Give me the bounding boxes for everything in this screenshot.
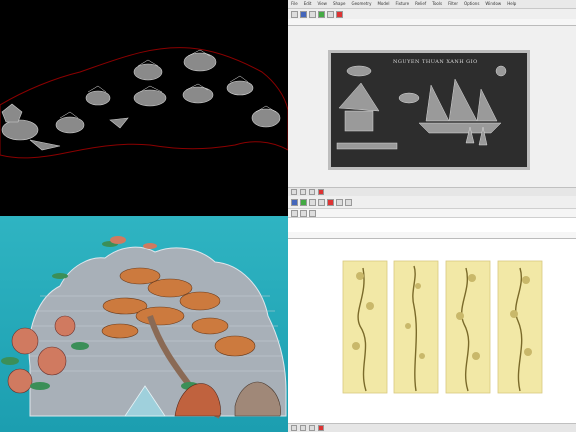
ship-relief-plate: NGUYEN THUAN XANH GIO — [328, 50, 530, 170]
status-button[interactable] — [309, 425, 315, 431]
window-cad-ship: File Edit View Shape Geometry Model Fixt… — [288, 0, 576, 196]
horse-shape — [133, 63, 163, 81]
horse-shape — [85, 90, 111, 106]
tool-button[interactable] — [336, 10, 343, 18]
teal-relief-canvas — [1, 236, 287, 419]
cloud-shape — [398, 92, 420, 104]
sail-shape — [425, 84, 450, 122]
horse-relief-canvas — [0, 47, 288, 159]
pagoda-body-shape — [344, 110, 374, 132]
sail-shape — [448, 78, 478, 122]
menu-item-shape[interactable]: Shape — [333, 0, 346, 8]
menu-bar: File Edit View Shape Geometry Model Fixt… — [288, 0, 576, 9]
relief-shapes — [1, 52, 281, 151]
horse-shape — [55, 116, 85, 134]
grass-shape — [29, 139, 61, 151]
status-button[interactable] — [309, 189, 315, 195]
tool-button[interactable] — [327, 10, 334, 18]
window-cad-panels — [288, 196, 576, 432]
grass-shape — [109, 117, 129, 129]
status-button[interactable] — [300, 189, 306, 195]
panels-canvas — [342, 260, 543, 394]
menu-item-model[interactable]: Model — [377, 0, 389, 8]
pagoda-roof-shape — [338, 82, 380, 112]
tool-button[interactable] — [291, 10, 298, 18]
menu-item-window[interactable]: Window — [485, 0, 501, 8]
status-button[interactable] — [291, 425, 297, 431]
menu-item-geometry[interactable]: Geometry — [351, 0, 371, 8]
status-bar — [288, 187, 576, 196]
rock-shape — [1, 119, 39, 141]
horse-shape — [226, 80, 254, 96]
menu-item-tools[interactable]: Tools — [432, 0, 442, 8]
menu-item-relief[interactable]: Relief — [415, 0, 426, 8]
ship-hull-shape — [418, 122, 502, 134]
tool-button[interactable] — [318, 10, 325, 18]
horse-shape — [133, 89, 167, 107]
carving-panel-1 — [342, 260, 388, 394]
ship-relief-canvas — [336, 65, 507, 150]
status-button[interactable] — [318, 189, 324, 195]
menu-item-filter[interactable]: Filter — [448, 0, 458, 8]
menu-item-edit[interactable]: Edit — [304, 0, 312, 8]
tool-button[interactable] — [309, 10, 316, 18]
moon-shape — [495, 65, 507, 77]
panel-teal-relief — [0, 216, 288, 432]
status-button[interactable] — [291, 189, 297, 195]
panel-horse-relief — [0, 0, 288, 216]
tree-shape — [346, 65, 372, 77]
status-button[interactable] — [318, 425, 324, 431]
status-button[interactable] — [300, 425, 306, 431]
ruler-top — [288, 19, 576, 26]
menu-item-file[interactable]: File — [291, 0, 298, 8]
fence-shape — [336, 142, 398, 150]
tree-shape — [1, 103, 23, 123]
menu-item-fixture[interactable]: Fixture — [395, 0, 409, 8]
sail-shape — [476, 88, 498, 122]
panel-rects — [342, 260, 543, 394]
tool-button[interactable] — [300, 10, 307, 18]
menu-item-help[interactable]: Help — [507, 0, 516, 8]
collage: File Edit View Shape Geometry Model Fixt… — [0, 0, 576, 432]
menu-item-view[interactable]: View — [317, 0, 327, 8]
status-bar — [288, 423, 576, 432]
menu-item-options[interactable]: Options — [464, 0, 479, 8]
